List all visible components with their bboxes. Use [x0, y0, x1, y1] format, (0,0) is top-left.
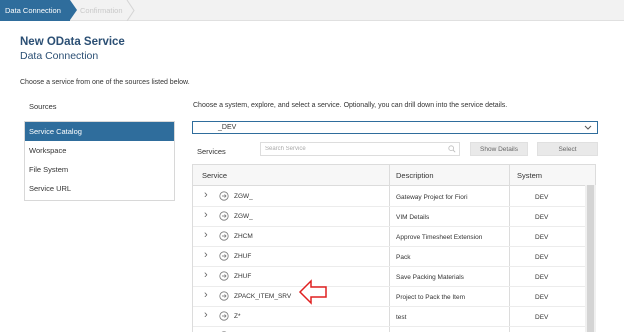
step-confirmation[interactable]: Confirmation: [80, 0, 130, 21]
service-system: DEV: [535, 254, 549, 261]
table-row[interactable]: › ZHUF Pack DEV: [193, 247, 585, 267]
navigate-arrow-circle-icon[interactable]: [219, 311, 229, 321]
navigate-arrow-circle-icon[interactable]: [219, 211, 229, 221]
column-header-description[interactable]: Description: [396, 165, 434, 186]
service-system: DEV: [535, 194, 549, 201]
sources-label: Sources: [29, 102, 57, 111]
source-file-system[interactable]: File System: [25, 160, 174, 179]
table-row[interactable]: › Z* test DEV: [193, 307, 585, 327]
source-service-url[interactable]: Service URL: [25, 179, 174, 198]
service-name: ZHCM: [234, 233, 253, 240]
service-description: Approve Timesheet Extension: [396, 234, 483, 241]
column-header-system[interactable]: System: [517, 165, 542, 186]
search-input[interactable]: [265, 146, 445, 152]
service-system: DEV: [535, 214, 549, 221]
service-system: DEV: [535, 314, 549, 321]
step-divider-icon: [126, 0, 135, 21]
show-details-button[interactable]: Show Details: [470, 142, 528, 156]
expand-chevron-icon[interactable]: ›: [204, 229, 208, 241]
service-description: test: [396, 314, 407, 321]
system-dropdown[interactable]: _DEV: [192, 121, 598, 134]
service-system: DEV: [535, 274, 549, 281]
expand-chevron-icon[interactable]: ›: [204, 209, 208, 221]
expand-chevron-icon[interactable]: ›: [204, 309, 208, 321]
expand-chevron-icon[interactable]: ›: [204, 289, 208, 301]
annotation-arrow-icon: [298, 279, 327, 305]
system-instruction: Choose a system, explore, and select a s…: [193, 102, 508, 109]
step-data-connection[interactable]: Data Connection: [0, 0, 70, 21]
table-header: Service Description System: [193, 165, 595, 186]
column-header-service[interactable]: Service: [202, 165, 227, 186]
wizard-step-bar: Data Connection Confirmation: [0, 0, 624, 21]
expand-chevron-icon[interactable]: ›: [204, 249, 208, 261]
table-row[interactable]: › ZHCM Approve Timesheet Extension DEV: [193, 227, 585, 247]
table-row[interactable]: › ZPACK_ITEM_SRV Project to Pack the Item D…: [193, 287, 585, 307]
service-name: ZPACK_ITEM_SRV: [234, 293, 292, 300]
service-description: Gateway Project for Fiori: [396, 194, 468, 201]
navigate-arrow-circle-icon[interactable]: [219, 271, 229, 281]
sources-list: Service Catalog Workspace File System Se…: [24, 121, 175, 201]
navigate-arrow-circle-icon[interactable]: [219, 251, 229, 261]
expand-chevron-icon[interactable]: ›: [204, 189, 208, 201]
service-system: DEV: [535, 294, 549, 301]
service-name: ZGW_: [234, 213, 253, 220]
scrollbar-thumb[interactable]: [587, 185, 594, 332]
page-subtitle: Data Connection: [20, 50, 99, 62]
search-icon[interactable]: [448, 145, 456, 153]
select-button[interactable]: Select: [537, 142, 598, 156]
table-scrollbar[interactable]: [585, 185, 596, 332]
navigate-arrow-circle-icon[interactable]: [219, 191, 229, 201]
source-service-catalog[interactable]: Service Catalog: [25, 122, 174, 141]
service-description: VIM Details: [396, 214, 430, 221]
navigate-arrow-circle-icon[interactable]: [219, 231, 229, 241]
chevron-down-icon: [584, 125, 592, 130]
expand-chevron-icon[interactable]: ›: [204, 269, 208, 281]
service-name: ZHUF: [234, 273, 252, 280]
table-row[interactable]: ›DEV: [193, 327, 585, 332]
system-dropdown-value: _DEV: [218, 124, 237, 131]
service-description: Project to Pack the Item: [396, 294, 466, 301]
service-name: Z*: [234, 313, 241, 320]
services-label: Services: [197, 147, 226, 156]
service-description: Save Packing Materials: [396, 274, 464, 281]
service-name: ZHUF: [234, 253, 252, 260]
service-description: Pack: [396, 254, 411, 261]
navigate-arrow-circle-icon[interactable]: [219, 291, 229, 301]
table-row[interactable]: › ZGW_ VIM Details DEV: [193, 207, 585, 227]
table-row[interactable]: › ZGW_ Gateway Project for Fiori DEV: [193, 187, 585, 207]
search-field[interactable]: [260, 142, 460, 156]
table-row[interactable]: › ZHUF Save Packing Materials DEV: [193, 267, 585, 287]
service-system: DEV: [535, 234, 549, 241]
step-arrow: [70, 0, 77, 20]
services-table: Service Description System › ZGW_ Gateway …: [192, 164, 596, 332]
page-instruction: Choose a service from one of the sources…: [20, 79, 190, 86]
source-workspace[interactable]: Workspace: [25, 141, 174, 160]
service-name: ZGW_: [234, 193, 253, 200]
page-title: New OData Service: [20, 36, 125, 48]
